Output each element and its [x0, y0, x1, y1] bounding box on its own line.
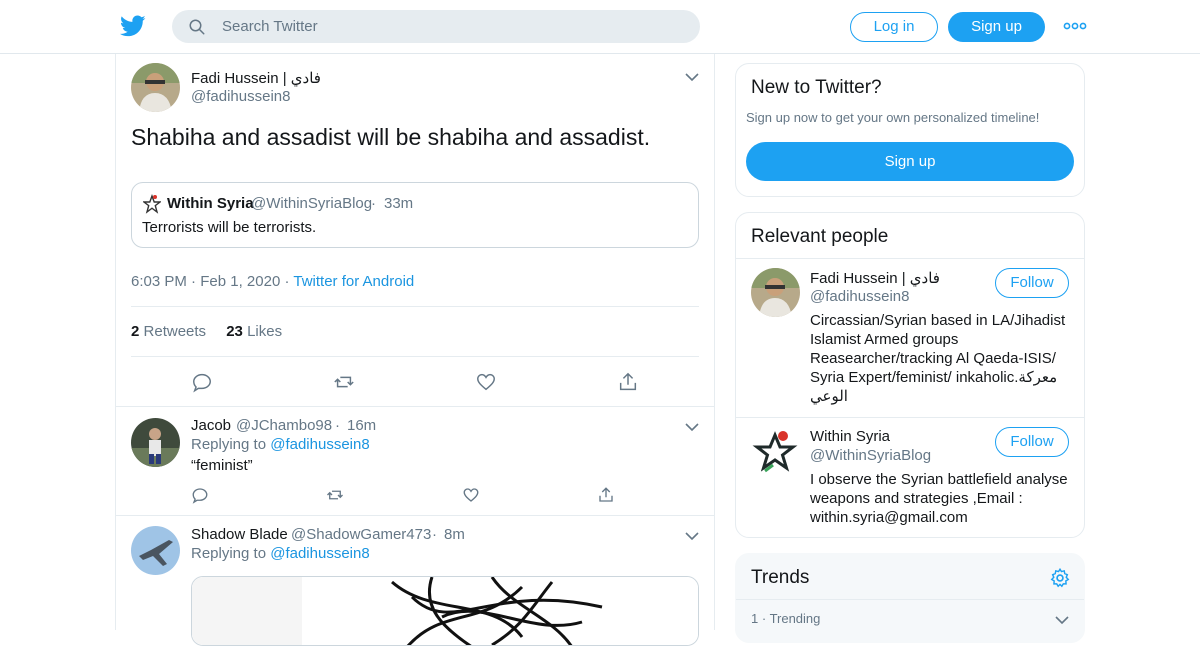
reply-separator: ·: [335, 417, 340, 434]
tweet-stats: 2 Retweets 23 Likes: [131, 323, 282, 340]
sidebar-signup-button[interactable]: Sign up: [746, 142, 1074, 181]
signup-button[interactable]: Sign up: [948, 12, 1045, 42]
replying-to-link[interactable]: @fadihussein8: [270, 436, 369, 453]
likes-stat[interactable]: 23 Likes: [226, 323, 282, 340]
avatar[interactable]: [751, 427, 800, 476]
top-bar: Log in Sign up: [0, 0, 1200, 54]
search-input[interactable]: [222, 10, 682, 43]
reply-separator: ·: [432, 526, 437, 543]
reply-icon[interactable]: [191, 486, 209, 504]
chevron-down-icon[interactable]: [685, 422, 699, 432]
login-button[interactable]: Log in: [850, 12, 938, 42]
reply-author-handle[interactable]: @JChambo98: [236, 417, 332, 434]
follow-button[interactable]: Follow: [995, 427, 1069, 457]
retweets-stat[interactable]: 2 Retweets: [131, 323, 206, 340]
quote-text: Terrorists will be terrorists.: [142, 219, 317, 236]
divider: [131, 306, 699, 307]
person-handle[interactable]: @fadihussein8: [810, 288, 909, 305]
main-timeline: Fadi Hussein | فادي @fadihussein8 Shabih…: [115, 54, 715, 646]
reply-author-name[interactable]: Jacob: [191, 417, 231, 434]
card-subtitle: Sign up now to get your own personalized…: [746, 110, 1040, 125]
reply-text: “feminist”: [191, 457, 253, 474]
author-name[interactable]: Fadi Hussein | فادي: [191, 69, 321, 87]
relevant-people-card: Relevant people Fadi Hussein | فادي @fad…: [735, 212, 1085, 538]
reply-icon[interactable]: [191, 371, 213, 393]
search-icon: [189, 19, 205, 35]
divider: [116, 515, 714, 516]
divider: [116, 406, 714, 407]
divider: [736, 258, 1084, 259]
heart-icon[interactable]: [462, 486, 480, 504]
chevron-down-icon[interactable]: [1055, 615, 1069, 625]
retweet-icon[interactable]: [333, 371, 355, 393]
person-name[interactable]: Fadi Hussein | فادي: [810, 269, 940, 287]
replying-to: Replying to @fadihussein8: [191, 436, 370, 453]
star-avatar-icon: [143, 194, 161, 214]
person-bio: I observe the Syrian battlefield analyse…: [810, 471, 1068, 526]
quote-time: 33m: [384, 195, 414, 212]
quoted-tweet[interactable]: Within Syria @WithinSyriaBlog · 33m Terr…: [131, 182, 699, 248]
reply-time[interactable]: 16m: [347, 417, 376, 434]
new-to-twitter-card: New to Twitter? Sign up now to get your …: [735, 63, 1085, 197]
twitter-bird-icon[interactable]: [120, 13, 146, 39]
quote-author-name: Within Syria: [167, 195, 254, 212]
avatar[interactable]: [751, 268, 800, 317]
tweet-source[interactable]: Twitter for Android: [293, 273, 414, 290]
avatar[interactable]: [131, 526, 180, 575]
chevron-down-icon[interactable]: [685, 72, 699, 82]
divider: [736, 417, 1084, 418]
person-bio: Circassian/Syrian based in LA/Jihadist I…: [810, 312, 1066, 405]
reply-author-handle[interactable]: @ShadowGamer473: [291, 526, 431, 543]
search-bar[interactable]: [172, 10, 700, 43]
reply-image[interactable]: [191, 576, 699, 646]
reply-time[interactable]: 8m: [444, 526, 465, 543]
divider: [736, 599, 1084, 600]
share-icon[interactable]: [617, 371, 639, 393]
tweet-date[interactable]: Feb 1, 2020: [200, 273, 280, 290]
tweet-meta: 6:03 PM · Feb 1, 2020 · Twitter for Andr…: [131, 273, 415, 290]
chevron-down-icon[interactable]: [685, 531, 699, 541]
replying-to-link[interactable]: @fadihussein8: [270, 545, 369, 562]
person-handle[interactable]: @WithinSyriaBlog: [810, 447, 931, 464]
author-handle[interactable]: @fadihussein8: [191, 88, 290, 105]
tweet-time[interactable]: 6:03 PM: [131, 273, 187, 290]
follow-button[interactable]: Follow: [995, 268, 1069, 298]
divider: [131, 356, 699, 357]
reply-author-name[interactable]: Shadow Blade: [191, 526, 288, 543]
quote-separator: ·: [371, 195, 376, 212]
card-title: Relevant people: [751, 226, 889, 247]
retweet-icon[interactable]: [326, 486, 344, 504]
avatar[interactable]: [131, 418, 180, 467]
replying-to: Replying to @fadihussein8: [191, 545, 370, 562]
more-dots-icon[interactable]: [1062, 16, 1088, 36]
share-icon[interactable]: [597, 486, 615, 504]
card-title: New to Twitter?: [751, 77, 882, 98]
quote-author-handle: @WithinSyriaBlog: [251, 195, 373, 212]
heart-icon[interactable]: [475, 371, 497, 393]
person-name[interactable]: Within Syria: [810, 428, 890, 445]
tweet-text: Shabiha and assadist will be shabiha and…: [131, 124, 651, 150]
trend-meta[interactable]: 1 · Trending: [751, 611, 820, 626]
card-title: Trends: [751, 567, 810, 588]
avatar[interactable]: [131, 63, 180, 112]
gear-icon[interactable]: [1049, 567, 1071, 589]
